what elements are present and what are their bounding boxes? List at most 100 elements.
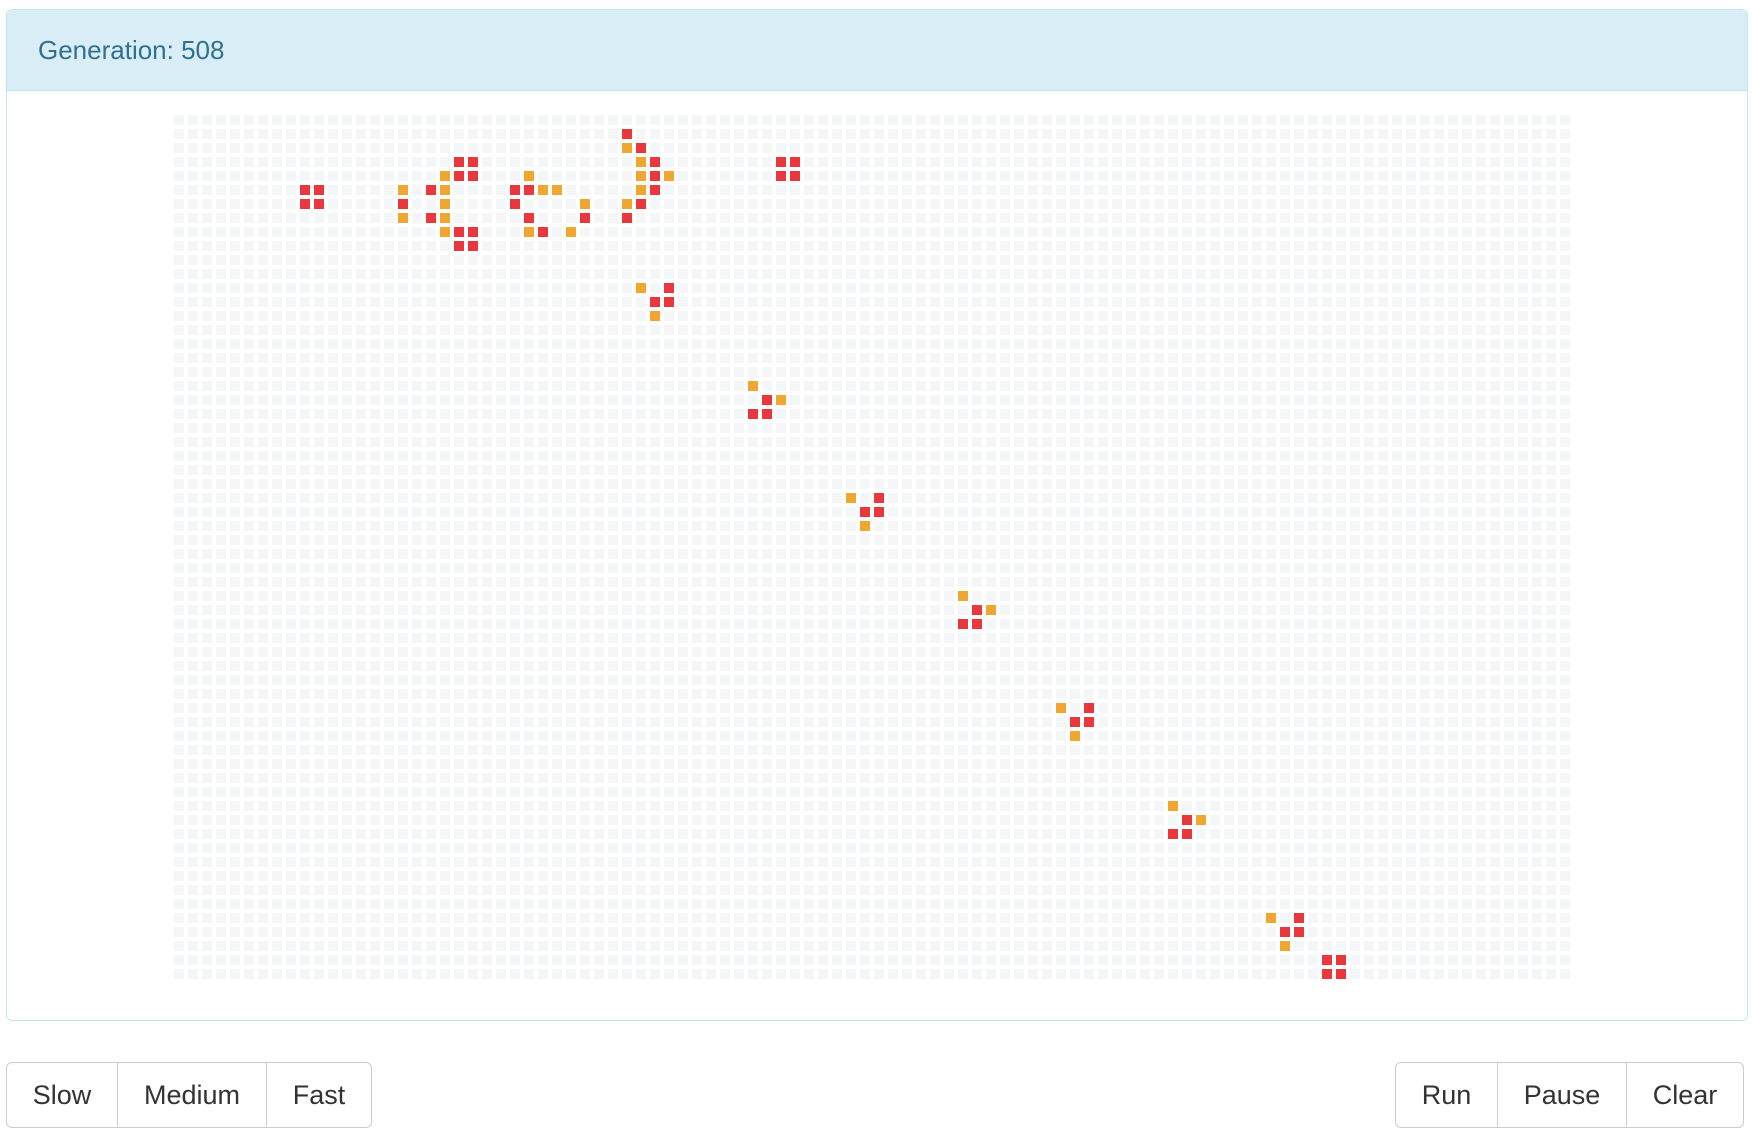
empty-cell[interactable] <box>412 157 422 167</box>
empty-cell[interactable] <box>524 339 534 349</box>
empty-cell[interactable] <box>986 227 996 237</box>
empty-cell[interactable] <box>706 577 716 587</box>
empty-cell[interactable] <box>426 745 436 755</box>
empty-cell[interactable] <box>1168 787 1178 797</box>
empty-cell[interactable] <box>804 451 814 461</box>
empty-cell[interactable] <box>888 507 898 517</box>
empty-cell[interactable] <box>1532 353 1542 363</box>
empty-cell[interactable] <box>272 157 282 167</box>
empty-cell[interactable] <box>258 339 268 349</box>
empty-cell[interactable] <box>566 199 576 209</box>
empty-cell[interactable] <box>1532 675 1542 685</box>
empty-cell[interactable] <box>1350 409 1360 419</box>
empty-cell[interactable] <box>1504 171 1514 181</box>
empty-cell[interactable] <box>650 269 660 279</box>
empty-cell[interactable] <box>1490 115 1500 125</box>
empty-cell[interactable] <box>818 297 828 307</box>
empty-cell[interactable] <box>188 437 198 447</box>
empty-cell[interactable] <box>286 325 296 335</box>
empty-cell[interactable] <box>958 507 968 517</box>
empty-cell[interactable] <box>216 269 226 279</box>
empty-cell[interactable] <box>1518 773 1528 783</box>
empty-cell[interactable] <box>930 689 940 699</box>
empty-cell[interactable] <box>664 409 674 419</box>
empty-cell[interactable] <box>776 535 786 545</box>
empty-cell[interactable] <box>762 171 772 181</box>
empty-cell[interactable] <box>1070 213 1080 223</box>
empty-cell[interactable] <box>510 423 520 433</box>
empty-cell[interactable] <box>1014 647 1024 657</box>
empty-cell[interactable] <box>510 409 520 419</box>
empty-cell[interactable] <box>1350 787 1360 797</box>
empty-cell[interactable] <box>720 647 730 657</box>
empty-cell[interactable] <box>1140 605 1150 615</box>
empty-cell[interactable] <box>1392 143 1402 153</box>
empty-cell[interactable] <box>1252 717 1262 727</box>
empty-cell[interactable] <box>1546 241 1556 251</box>
empty-cell[interactable] <box>1126 647 1136 657</box>
empty-cell[interactable] <box>650 605 660 615</box>
empty-cell[interactable] <box>776 605 786 615</box>
empty-cell[interactable] <box>1196 423 1206 433</box>
empty-cell[interactable] <box>538 143 548 153</box>
empty-cell[interactable] <box>1266 255 1276 265</box>
empty-cell[interactable] <box>650 325 660 335</box>
empty-cell[interactable] <box>1294 717 1304 727</box>
empty-cell[interactable] <box>692 269 702 279</box>
empty-cell[interactable] <box>748 129 758 139</box>
alive-cell[interactable] <box>664 297 674 307</box>
empty-cell[interactable] <box>1434 605 1444 615</box>
empty-cell[interactable] <box>818 717 828 727</box>
empty-cell[interactable] <box>1308 367 1318 377</box>
empty-cell[interactable] <box>1196 661 1206 671</box>
empty-cell[interactable] <box>1210 339 1220 349</box>
empty-cell[interactable] <box>244 115 254 125</box>
empty-cell[interactable] <box>510 283 520 293</box>
empty-cell[interactable] <box>1042 465 1052 475</box>
empty-cell[interactable] <box>1126 689 1136 699</box>
empty-cell[interactable] <box>174 213 184 223</box>
empty-cell[interactable] <box>1322 675 1332 685</box>
empty-cell[interactable] <box>1238 297 1248 307</box>
empty-cell[interactable] <box>370 115 380 125</box>
empty-cell[interactable] <box>1518 437 1528 447</box>
empty-cell[interactable] <box>356 675 366 685</box>
empty-cell[interactable] <box>846 591 856 601</box>
empty-cell[interactable] <box>1378 381 1388 391</box>
empty-cell[interactable] <box>1266 731 1276 741</box>
empty-cell[interactable] <box>188 171 198 181</box>
empty-cell[interactable] <box>1210 171 1220 181</box>
empty-cell[interactable] <box>1280 283 1290 293</box>
empty-cell[interactable] <box>1182 157 1192 167</box>
empty-cell[interactable] <box>1406 423 1416 433</box>
empty-cell[interactable] <box>1434 479 1444 489</box>
alive-cell[interactable] <box>776 157 786 167</box>
empty-cell[interactable] <box>1196 227 1206 237</box>
empty-cell[interactable] <box>650 549 660 559</box>
empty-cell[interactable] <box>874 647 884 657</box>
empty-cell[interactable] <box>832 591 842 601</box>
empty-cell[interactable] <box>1070 255 1080 265</box>
empty-cell[interactable] <box>860 577 870 587</box>
empty-cell[interactable] <box>1224 731 1234 741</box>
empty-cell[interactable] <box>762 381 772 391</box>
empty-cell[interactable] <box>594 213 604 223</box>
empty-cell[interactable] <box>1000 745 1010 755</box>
empty-cell[interactable] <box>958 549 968 559</box>
empty-cell[interactable] <box>1224 479 1234 489</box>
empty-cell[interactable] <box>1196 409 1206 419</box>
empty-cell[interactable] <box>650 353 660 363</box>
empty-cell[interactable] <box>1476 479 1486 489</box>
empty-cell[interactable] <box>1294 801 1304 811</box>
empty-cell[interactable] <box>1322 535 1332 545</box>
empty-cell[interactable] <box>426 773 436 783</box>
empty-cell[interactable] <box>762 675 772 685</box>
empty-cell[interactable] <box>412 129 422 139</box>
empty-cell[interactable] <box>720 129 730 139</box>
empty-cell[interactable] <box>1000 633 1010 643</box>
empty-cell[interactable] <box>958 647 968 657</box>
empty-cell[interactable] <box>258 213 268 223</box>
empty-cell[interactable] <box>846 241 856 251</box>
empty-cell[interactable] <box>608 311 618 321</box>
empty-cell[interactable] <box>678 381 688 391</box>
